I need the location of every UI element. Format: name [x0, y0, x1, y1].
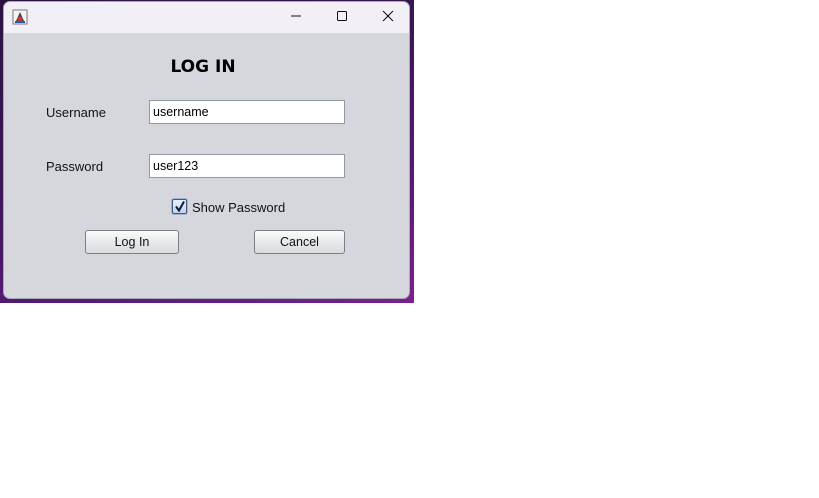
minimize-button[interactable]: [273, 2, 319, 33]
login-button[interactable]: Log In: [85, 230, 179, 254]
title-bar[interactable]: [4, 2, 409, 33]
maximize-button[interactable]: [319, 2, 365, 33]
java-app-icon: [12, 9, 28, 25]
maximize-icon: [336, 9, 348, 27]
checkmark-icon: [175, 201, 185, 213]
password-label: Password: [46, 159, 104, 174]
minimize-icon: [290, 9, 302, 27]
login-heading: LOG IN: [170, 57, 236, 77]
close-icon: [382, 9, 394, 27]
show-password-checkbox[interactable]: [172, 199, 187, 214]
close-button[interactable]: [365, 2, 409, 33]
username-field[interactable]: username: [149, 100, 345, 124]
login-window: LOG IN Username username Password user12…: [3, 1, 410, 299]
username-label: Username: [46, 105, 106, 120]
password-field[interactable]: user123: [149, 154, 345, 178]
show-password-label[interactable]: Show Password: [192, 200, 285, 215]
cancel-button[interactable]: Cancel: [254, 230, 345, 254]
